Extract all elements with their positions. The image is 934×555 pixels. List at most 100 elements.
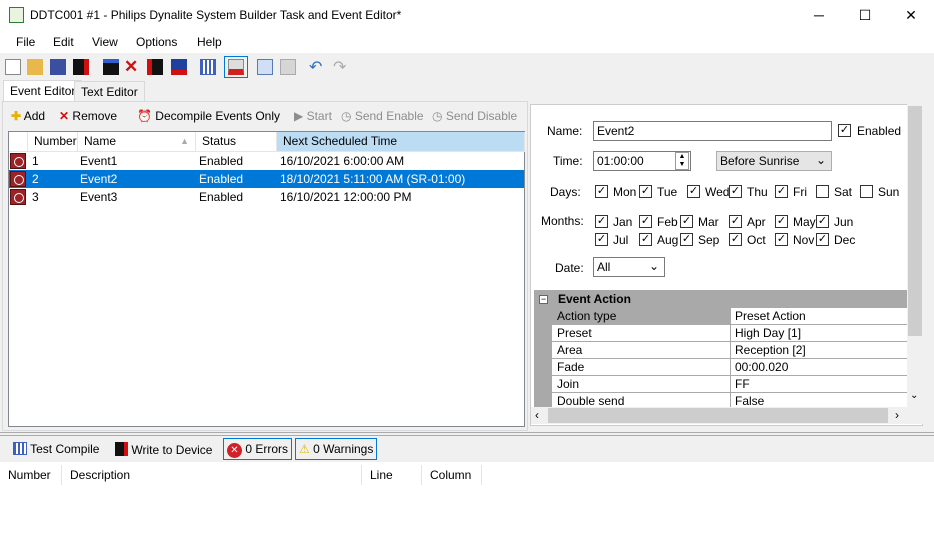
months-checkbox-apr[interactable]: ✓	[729, 215, 742, 228]
property-value[interactable]: 00:00.020	[731, 359, 907, 375]
date-value: All	[597, 260, 611, 274]
days-checkbox-sat[interactable]	[816, 185, 829, 198]
property-value[interactable]: High Day [1]	[731, 325, 907, 341]
table-row[interactable]: 3 Event3 Enabled 16/10/2021 12:00:00 PM	[9, 188, 524, 206]
property-row[interactable]: Fade 00:00.020	[552, 359, 907, 376]
cell-next-time: 18/10/2021 5:11:00 AM (SR-01:00)	[280, 172, 466, 186]
test-compile-button[interactable]: Test Compile	[13, 442, 99, 456]
column-header-next-time[interactable]: Next Scheduled Time	[277, 132, 525, 152]
months-checkbox-feb[interactable]: ✓	[639, 215, 652, 228]
decompile-events-button[interactable]: ⏰ Decompile Events Only	[137, 109, 280, 123]
send-disable-button: ◷ Send Disable	[432, 109, 517, 123]
copy-icon[interactable]	[257, 59, 273, 75]
tab-event-editor[interactable]: Event Editor	[3, 80, 83, 102]
date-select[interactable]: All ⌄	[593, 257, 665, 277]
property-grid: − Event Action Action type Preset Action P…	[534, 290, 907, 407]
days-checkbox-thu[interactable]: ✓	[729, 185, 742, 198]
scroll-left-icon[interactable]: ‹	[535, 408, 539, 422]
add-button[interactable]: ✚ Add	[11, 109, 45, 123]
vertical-scrollbar[interactable]: ⌄	[907, 104, 923, 424]
save-icon[interactable]	[50, 59, 66, 75]
scroll-down-icon[interactable]: ⌄	[910, 390, 918, 401]
column-header-status[interactable]: Status	[196, 132, 277, 152]
remove-button[interactable]: ✕ Remove	[59, 109, 117, 123]
months-checkbox-jan[interactable]: ✓	[595, 215, 608, 228]
column-header-number[interactable]: Number	[28, 132, 78, 152]
days-checkbox-tue[interactable]: ✓	[639, 185, 652, 198]
months-checkbox-sep[interactable]: ✓	[680, 233, 693, 246]
menu-view[interactable]: View	[92, 35, 118, 49]
write-device-icon[interactable]	[73, 59, 89, 75]
cell-status: Enabled	[199, 154, 244, 168]
enabled-checkbox[interactable]: ✓	[838, 124, 851, 137]
days-checkbox-sun[interactable]	[860, 185, 873, 198]
months-checkbox-jul[interactable]: ✓	[595, 233, 608, 246]
column-header-number[interactable]: Number	[0, 465, 62, 485]
tab-text-editor[interactable]: Text Editor	[74, 81, 145, 101]
enabled-label: Enabled	[857, 124, 902, 138]
property-value[interactable]: Preset Action	[731, 308, 907, 324]
months-checkbox-oct[interactable]: ✓	[729, 233, 742, 246]
scroll-thumb[interactable]	[548, 408, 888, 423]
months-checkbox-mar[interactable]: ✓	[680, 215, 693, 228]
property-row[interactable]: Action type Preset Action	[552, 308, 907, 325]
new-icon[interactable]	[5, 59, 21, 75]
menu-help[interactable]: Help	[197, 35, 222, 49]
splitter[interactable]	[0, 432, 934, 436]
scroll-right-icon[interactable]: ›	[895, 408, 899, 422]
menu-edit[interactable]: Edit	[53, 35, 74, 49]
cell-name: Event1	[80, 154, 118, 168]
compile-icon[interactable]	[200, 59, 216, 75]
warnings-button[interactable]: ⚠ 0 Warnings	[295, 438, 378, 460]
menu-options[interactable]: Options	[136, 35, 177, 49]
paste-device-icon[interactable]	[171, 59, 187, 75]
spinner-icon[interactable]: ▲ ▼	[675, 152, 689, 170]
table-row[interactable]: 2 Event2 Enabled 18/10/2021 5:11:00 AM (…	[9, 170, 524, 188]
name-input[interactable]: Event2	[593, 121, 832, 141]
maximize-button[interactable]: ☐	[842, 0, 888, 31]
delete-icon[interactable]: ✕	[124, 57, 140, 76]
property-row[interactable]: Double send False	[552, 393, 907, 407]
property-value[interactable]: FF	[731, 376, 907, 392]
months-label: Nov	[793, 233, 815, 247]
menu-file[interactable]: File	[16, 35, 35, 49]
horizontal-scrollbar[interactable]: ‹ ›	[531, 407, 907, 424]
send-enable-button: ◷ Send Enable	[341, 109, 424, 123]
days-checkbox-wed[interactable]: ✓	[687, 185, 700, 198]
minimize-button[interactable]: ─	[796, 0, 842, 31]
days-label: Sat	[834, 185, 853, 199]
write-to-device-button[interactable]: Write to Device	[115, 442, 212, 457]
table-row[interactable]: 1 Event1 Enabled 16/10/2021 6:00:00 AM	[9, 152, 524, 170]
column-header-column[interactable]: Column	[422, 465, 482, 485]
property-value[interactable]: Reception [2]	[731, 342, 907, 358]
clock-icon: ◷	[341, 109, 352, 123]
scroll-thumb[interactable]	[908, 106, 922, 336]
errors-button[interactable]: ✕ 0 Errors	[223, 438, 293, 460]
warning-icon: ⚠	[299, 442, 310, 456]
column-header-description[interactable]: Description	[62, 465, 362, 485]
time-input[interactable]: 01:00:00 ▲ ▼	[593, 151, 691, 171]
months-checkbox-jun[interactable]: ✓	[816, 215, 829, 228]
days-checkbox-mon[interactable]: ✓	[595, 185, 608, 198]
column-header-name[interactable]: Name ▲	[78, 132, 196, 152]
open-icon[interactable]	[27, 59, 43, 75]
months-checkbox-aug[interactable]: ✓	[639, 233, 652, 246]
decompile-icon[interactable]	[103, 59, 119, 75]
close-button[interactable]: ✕	[888, 0, 934, 31]
column-header-line[interactable]: Line	[362, 465, 422, 485]
property-row[interactable]: Join FF	[552, 376, 907, 393]
cell-name: Event3	[80, 190, 118, 204]
collapse-icon[interactable]: −	[539, 295, 548, 304]
property-row[interactable]: Preset High Day [1]	[552, 325, 907, 342]
undo-icon[interactable]: ↶	[309, 57, 325, 76]
property-value[interactable]: False	[731, 393, 907, 407]
months-checkbox-nov[interactable]: ✓	[775, 233, 788, 246]
decompile-icon: ⏰	[137, 109, 152, 123]
clear-icon[interactable]	[228, 59, 244, 75]
time-mode-select[interactable]: Before Sunrise ⌄	[716, 151, 832, 171]
property-row[interactable]: Area Reception [2]	[552, 342, 907, 359]
months-checkbox-dec[interactable]: ✓	[816, 233, 829, 246]
months-checkbox-may[interactable]: ✓	[775, 215, 788, 228]
copy-device-icon[interactable]	[147, 59, 163, 75]
days-checkbox-fri[interactable]: ✓	[775, 185, 788, 198]
